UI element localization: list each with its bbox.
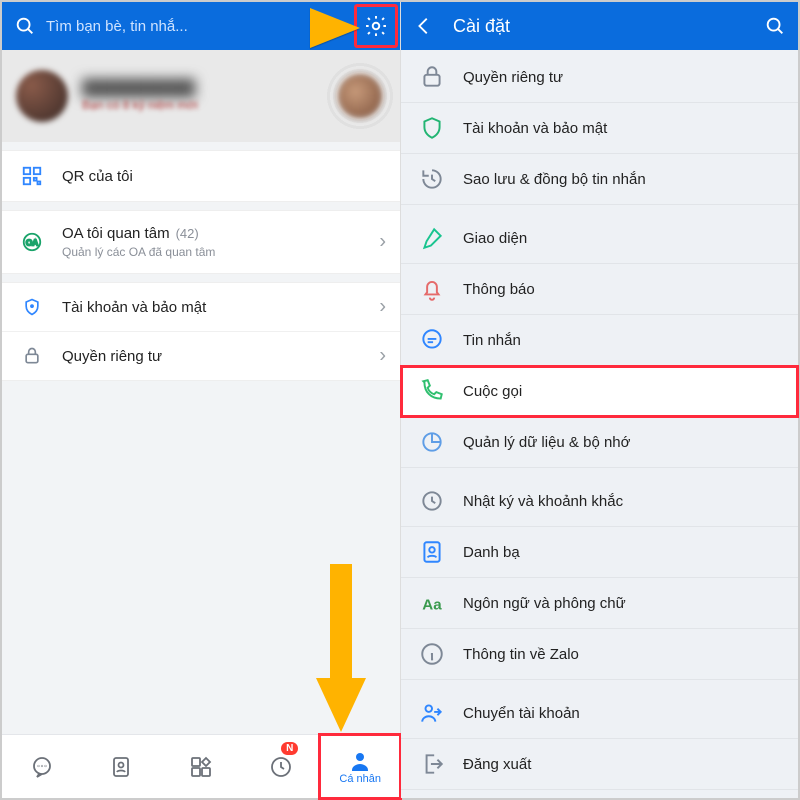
settings-row-label: Danh bạ — [463, 544, 520, 561]
lock-icon — [18, 346, 46, 366]
svg-text:OA: OA — [26, 239, 38, 248]
my-qr-row[interactable]: QR của tôi — [2, 151, 400, 201]
settings-row-label: Nhật ký và khoảnh khắc — [463, 493, 623, 510]
oa-icon: OA — [18, 231, 46, 253]
settings-row-logout[interactable]: Đăng xuất — [401, 739, 798, 790]
settings-row-msg[interactable]: Tin nhắn — [401, 315, 798, 366]
search-icon[interactable] — [764, 15, 786, 37]
settings-row-bell[interactable]: Thông báo — [401, 264, 798, 315]
privacy-row[interactable]: Quyền riêng tư › — [2, 331, 400, 380]
settings-row-info[interactable]: Thông tin về Zalo — [401, 629, 798, 680]
settings-row-shield[interactable]: Tài khoản và bảo mật — [401, 103, 798, 154]
settings-row-phone[interactable]: Cuộc gọi — [401, 366, 798, 417]
profile-name: ██████████ — [82, 80, 198, 98]
svg-text:Aa: Aa — [422, 597, 442, 614]
tab-contacts[interactable] — [82, 735, 162, 798]
chevron-right-icon: › — [379, 345, 386, 368]
search-icon[interactable] — [14, 15, 36, 37]
settings-row-label: Tin nhắn — [463, 332, 521, 349]
settings-row-label: Tài khoản và bảo mật — [463, 120, 607, 137]
row-label: QR của tôi — [62, 168, 133, 185]
settings-row-history[interactable]: Sao lưu & đồng bộ tin nhắn — [401, 154, 798, 205]
tab-messages[interactable] — [2, 735, 82, 798]
aa-icon: Aa — [419, 590, 445, 616]
notification-badge: N — [281, 742, 298, 755]
settings-list: Quyền riêng tư Tài khoản và bảo mật Sao lư… — [401, 50, 798, 790]
settings-row-label: Quản lý dữ liệu & bộ nhớ — [463, 434, 630, 451]
oa-count: (42) — [176, 226, 199, 241]
page-title: Cài đặt — [453, 16, 764, 37]
settings-screen: Cài đặt Quyền riêng tư Tài khoản và bảo m… — [401, 2, 798, 798]
search-input[interactable]: Tìm bạn bè, tin nhắ... — [46, 18, 388, 35]
row-label: OA tôi quan tâm — [62, 225, 170, 242]
chevron-right-icon: › — [379, 296, 386, 319]
settings-row-brush[interactable]: Giao diện — [401, 213, 798, 264]
clock-icon — [419, 488, 445, 514]
settings-row-label: Đăng xuất — [463, 756, 531, 773]
settings-row-clock[interactable]: Nhật ký và khoảnh khắc — [401, 476, 798, 527]
pie-icon — [419, 429, 445, 455]
row-label: Quyền riêng tư — [62, 348, 162, 365]
tab-timeline[interactable]: N — [241, 735, 321, 798]
settings-row-label: Quyền riêng tư — [463, 69, 563, 86]
switch-icon — [419, 700, 445, 726]
brush-icon — [419, 225, 445, 251]
row-subtitle: Quản lý các OA đã quan tâm — [62, 245, 215, 259]
settings-row-label: Cuộc gọi — [463, 383, 522, 400]
tab-label: Cá nhân — [339, 773, 381, 785]
settings-row-label: Chuyển tài khoản — [463, 705, 580, 722]
settings-row-aa[interactable]: Aa Ngôn ngữ và phông chữ — [401, 578, 798, 629]
settings-row-label: Sao lưu & đồng bộ tin nhắn — [463, 171, 646, 188]
history-icon — [419, 166, 445, 192]
bottom-nav: N Cá nhân — [2, 734, 400, 798]
header-right: Cài đặt — [401, 2, 798, 50]
profile-card[interactable]: ██████████ Bạn có 8 kỷ niệm mới — [2, 50, 400, 142]
settings-row-label: Ngôn ngữ và phông chữ — [463, 595, 626, 612]
qr-icon — [18, 165, 46, 187]
settings-row-label: Thông tin về Zalo — [463, 646, 579, 663]
settings-row-lock[interactable]: Quyền riêng tư — [401, 52, 798, 103]
settings-row-pie[interactable]: Quản lý dữ liệu & bộ nhớ — [401, 417, 798, 468]
avatar — [16, 70, 68, 122]
profile-screen: Tìm bạn bè, tin nhắ... ██████████ Bạn có… — [2, 2, 401, 798]
settings-row-contact[interactable]: Danh bạ — [401, 527, 798, 578]
back-icon[interactable] — [413, 15, 435, 37]
logout-icon — [419, 751, 445, 777]
bell-icon — [419, 276, 445, 302]
memory-status: Bạn có 8 kỷ niệm mới — [82, 98, 198, 112]
settings-row-label: Giao diện — [463, 230, 527, 247]
contact-icon — [419, 539, 445, 565]
chevron-right-icon: › — [379, 231, 386, 254]
oa-row[interactable]: OA OA tôi quan tâm (42) Quản lý các OA đã… — [2, 211, 400, 273]
header-left: Tìm bạn bè, tin nhắ... — [2, 2, 400, 50]
account-security-row[interactable]: Tài khoản và bảo mật › — [2, 283, 400, 331]
settings-row-label: Thông báo — [463, 281, 535, 298]
msg-icon — [419, 327, 445, 353]
shield-icon — [18, 297, 46, 317]
shield-icon — [419, 115, 445, 141]
phone-icon — [419, 378, 445, 404]
lock-icon — [419, 64, 445, 90]
tab-personal[interactable]: Cá nhân — [320, 735, 400, 798]
tab-discovery[interactable] — [161, 735, 241, 798]
row-label: Tài khoản và bảo mật — [62, 299, 206, 316]
settings-button[interactable] — [354, 4, 398, 48]
settings-row-switch[interactable]: Chuyển tài khoản — [401, 688, 798, 739]
info-icon — [419, 641, 445, 667]
secondary-avatar — [338, 74, 382, 118]
